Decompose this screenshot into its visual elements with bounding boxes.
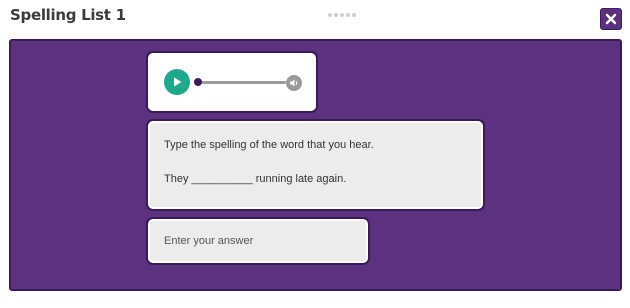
drag-dot [352,13,356,17]
drag-dot [340,13,344,17]
drag-dot [328,13,332,17]
volume-icon [290,79,298,87]
answer-field-container [148,219,368,263]
play-icon [174,77,182,87]
audio-player [148,53,316,111]
audio-progress-thumb[interactable] [194,78,202,86]
drag-handle[interactable] [328,13,356,17]
question-sentence: They __________ running late again. [164,173,347,185]
close-icon [605,13,617,25]
volume-button[interactable] [286,75,302,91]
play-button[interactable] [164,69,190,95]
question-instruction: Type the spelling of the word that you h… [164,139,374,151]
page-title: Spelling List 1 [10,6,126,24]
question-card: Type the spelling of the word that you h… [148,121,483,209]
drag-dot [346,13,350,17]
answer-input[interactable] [150,221,366,261]
drag-dot [334,13,338,17]
audio-progress-track[interactable] [196,81,286,84]
close-button[interactable] [600,8,622,30]
